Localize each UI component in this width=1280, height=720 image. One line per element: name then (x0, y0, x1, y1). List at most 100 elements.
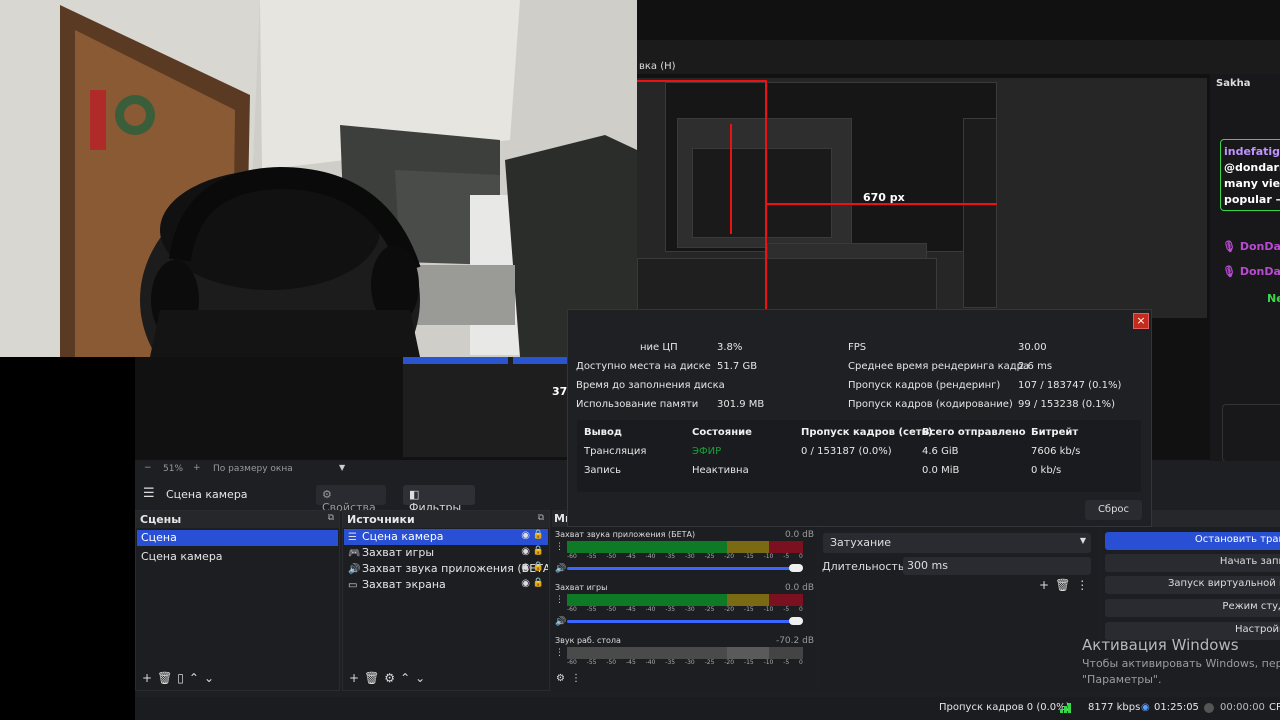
eye-icon[interactable]: ◉ (521, 546, 530, 557)
stat-value: 30.00 (1018, 342, 1047, 353)
list-icon: ☰ (348, 532, 357, 543)
kebab-icon[interactable]: ⋮ (555, 542, 564, 552)
webcam-overlay (0, 0, 637, 357)
table-cell: Трансляция (584, 446, 647, 457)
start-recording-button[interactable]: Начать запи (1105, 554, 1280, 572)
meter-scale: -60 -55 -50 -45 -40 -35 -30 -25 -20 -15 -10 -5 0 (567, 659, 803, 666)
zoom-in-button[interactable]: + (193, 463, 201, 473)
table-header: Пропуск кадров (сеть) (801, 427, 933, 438)
volume-slider[interactable] (567, 564, 803, 572)
stat-label: Время до заполнения диска (576, 380, 725, 391)
nested-obs-panel (403, 357, 573, 457)
trash-icon[interactable]: 🗑 (157, 671, 177, 685)
volume-meter (567, 647, 803, 659)
stat-label: Пропуск кадров (рендеринг) (848, 380, 1001, 391)
meter-tick: -30 (684, 606, 695, 613)
lock-icon[interactable]: 🔒 (533, 562, 544, 572)
channel-name: Звук раб. стола (555, 636, 621, 645)
guide-line-vertical (765, 80, 767, 320)
chat-user: 🎙 DonDar (1222, 240, 1280, 253)
nested-selected-row (513, 357, 573, 364)
add-icon[interactable]: + (349, 671, 364, 685)
channel-name: Захват игры (555, 583, 608, 592)
kebab-icon[interactable]: ⋮ (555, 595, 564, 605)
mic-icon: 🎙 (1222, 240, 1236, 253)
kebab-icon[interactable]: ⋮ (1076, 578, 1094, 592)
meter-tick: -35 (665, 606, 676, 613)
nested-number: 37 (552, 385, 568, 398)
float-dock-icon[interactable]: ⧉ (538, 513, 544, 523)
table-cell: 4.6 GiB (922, 446, 959, 457)
stat-label: Доступно места на диске (576, 361, 711, 372)
trash-icon[interactable]: 🗑 (364, 671, 384, 685)
slider-handle[interactable] (789, 564, 803, 572)
kebab-icon[interactable]: ⋮ (555, 648, 564, 658)
volume-slider[interactable] (567, 617, 803, 625)
transition-select[interactable]: Затухание ▼ (823, 533, 1091, 553)
gear-icon[interactable]: ⚙ (556, 673, 571, 684)
arrow-down-icon[interactable]: ⌄ (204, 671, 219, 685)
signal-icon (1060, 701, 1074, 713)
meter-tick: 0 (799, 659, 803, 666)
chat-line: many view (1224, 177, 1280, 190)
meter-tick: -55 (586, 553, 597, 560)
scene-item[interactable]: Сцена камера (137, 549, 338, 565)
meter-tick: 0 (799, 553, 803, 560)
source-item[interactable]: ▭ Захват экрана ◉ 🔒 (344, 577, 548, 593)
lock-icon[interactable]: 🔒 (533, 546, 544, 556)
scene-item[interactable]: Сцена (137, 530, 338, 546)
guide-line-inner (730, 124, 732, 234)
chevron-down-icon[interactable]: ▼ (339, 463, 345, 472)
speaker-icon[interactable]: 🔊 (555, 564, 566, 574)
add-icon[interactable]: + (1039, 578, 1055, 592)
zoom-out-button[interactable]: − (144, 463, 152, 473)
status-bar: Пропуск кадров 0 (0.0%) 8177 kbps ◉ 01:2… (135, 697, 1280, 720)
studio-mode-button[interactable]: Режим студ (1105, 599, 1280, 617)
filters-button[interactable]: ◧ Фильтры (403, 485, 475, 514)
live-icon: ◉ (1141, 702, 1150, 713)
arrow-up-icon[interactable]: ⌃ (400, 671, 415, 685)
source-item[interactable]: ☰ Сцена камера ◉ 🔒 (344, 529, 548, 545)
chevron-down-icon: ▼ (1079, 536, 1086, 545)
lock-icon[interactable]: 🔒 (533, 578, 544, 588)
source-item[interactable]: 🔊 Захват звука приложения (БЕТА) ◉ 🔒 (344, 561, 548, 577)
trash-icon[interactable]: 🗑 (1055, 578, 1076, 592)
source-item[interactable]: 🎮 Захват игры ◉ 🔒 (344, 545, 548, 561)
meter-tick: -45 (625, 606, 636, 613)
stat-label: FPS (848, 342, 867, 353)
start-virtual-camera-button[interactable]: Запуск виртуальной к (1105, 576, 1280, 594)
volume-meter (567, 594, 803, 606)
nested-window-titlebar: вка (Н) (637, 40, 1280, 74)
filter-icon[interactable]: ▯ (177, 671, 189, 685)
lock-icon[interactable]: 🔒 (533, 530, 544, 540)
speaker-icon[interactable]: 🔊 (555, 617, 566, 627)
float-dock-icon[interactable]: ⧉ (328, 513, 334, 523)
eye-icon[interactable]: ◉ (521, 578, 530, 589)
meter-tick: -30 (684, 659, 695, 666)
scenes-header: Сцены ⧉ (136, 511, 339, 528)
arrow-down-icon[interactable]: ⌄ (415, 671, 430, 685)
stop-streaming-button[interactable]: Остановить тран (1105, 532, 1280, 550)
bitrate-status: 8177 kbps (1088, 702, 1141, 713)
eye-icon[interactable]: ◉ (521, 530, 530, 541)
meter-tick: 0 (799, 606, 803, 613)
meter-tick: -40 (645, 606, 656, 613)
eye-icon[interactable]: ◉ (521, 562, 530, 573)
properties-button[interactable]: ⚙ Свойства (316, 485, 386, 514)
channel-db: 0.0 dB (784, 530, 814, 540)
arrow-up-icon[interactable]: ⌃ (189, 671, 204, 685)
slider-handle[interactable] (789, 617, 803, 625)
table-cell: 0 / 153187 (0.0%) (801, 446, 892, 457)
mixer-channel: Захват игры 0.0 dB ⋮ -60 -55 -50 -45 -40 -35-… (553, 583, 816, 635)
table-cell: 7606 kb/s (1031, 446, 1081, 457)
table-cell: 0.0 MiB (922, 465, 960, 476)
gear-icon[interactable]: ⚙ (384, 671, 400, 685)
scale-mode-select[interactable]: По размеру окна (213, 464, 293, 474)
meter-tick: -25 (704, 606, 715, 613)
duration-input[interactable]: 300 ms (903, 557, 1091, 575)
kebab-icon[interactable]: ⋮ (571, 673, 587, 684)
close-icon[interactable]: × (1133, 313, 1149, 329)
reset-button[interactable]: Сброс (1085, 500, 1142, 520)
add-icon[interactable]: + (142, 671, 157, 685)
stat-label: Среднее время рендеринга кадра (848, 361, 1030, 372)
